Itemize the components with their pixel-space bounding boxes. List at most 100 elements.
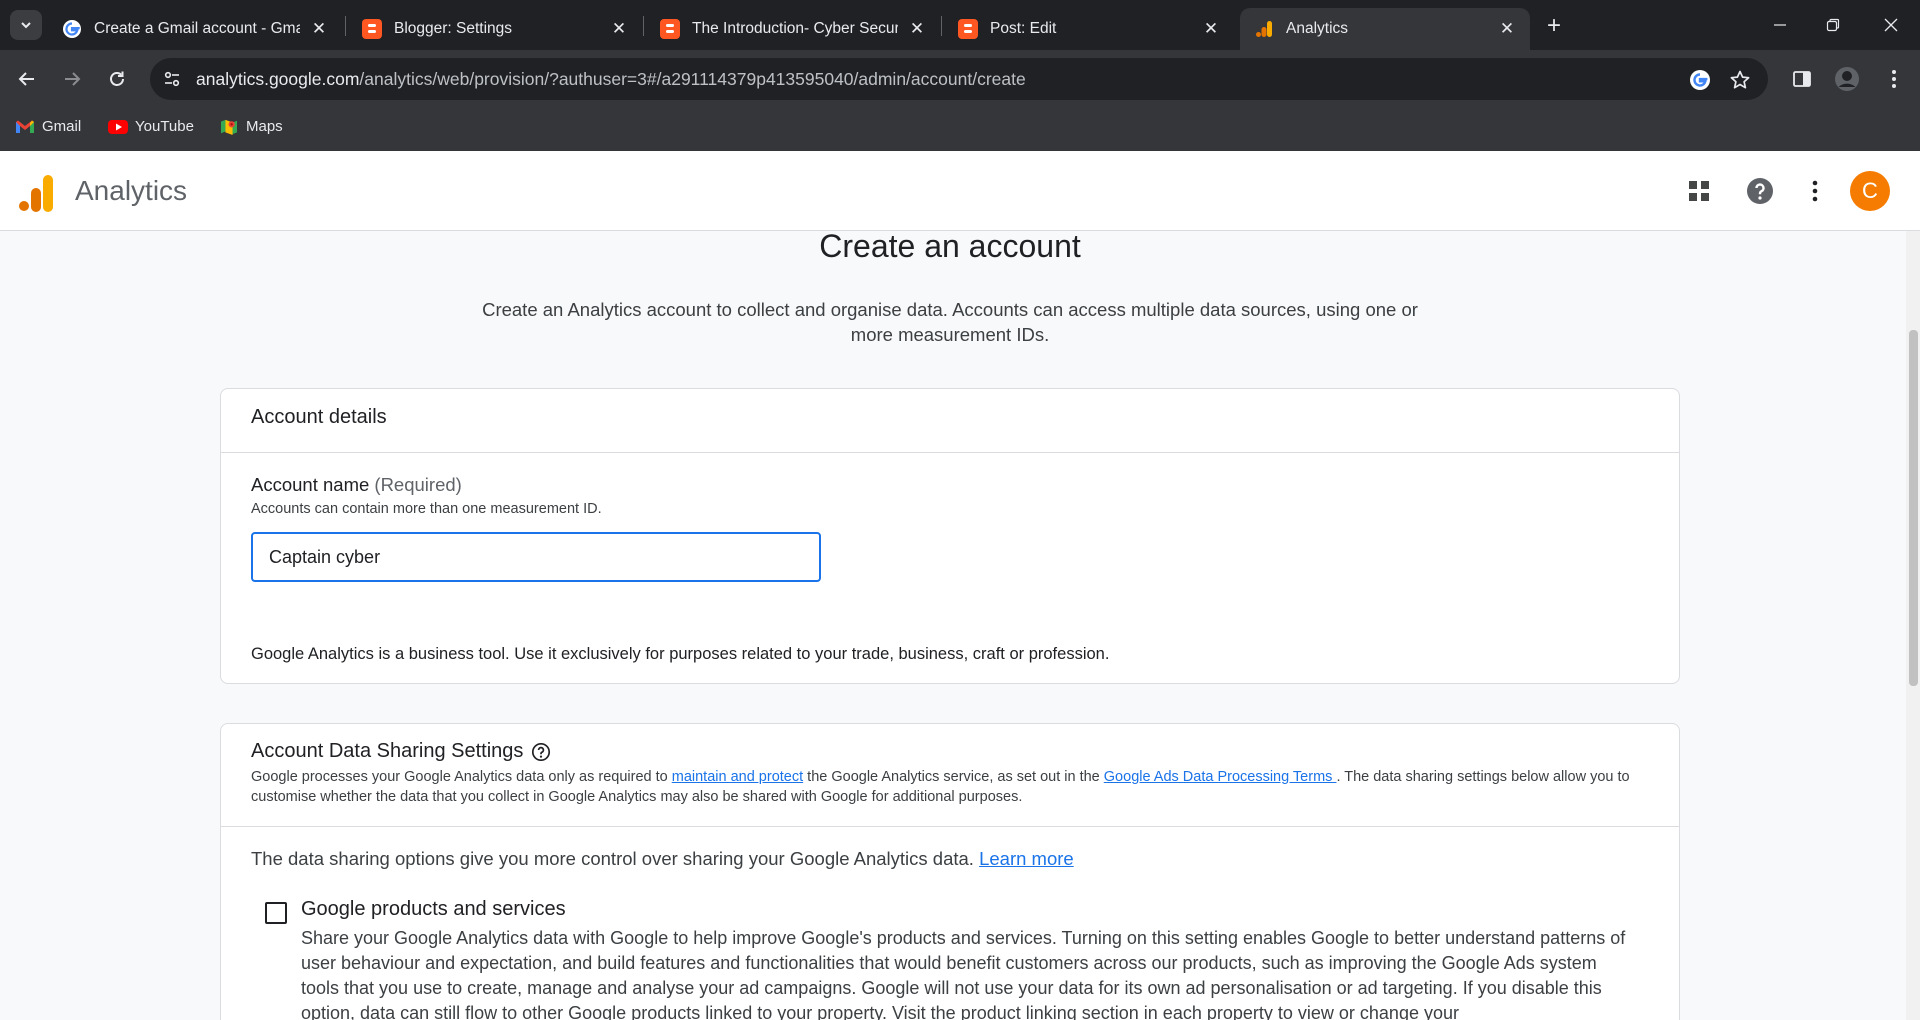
tab-title: Blogger: Settings: [394, 20, 513, 37]
profile-button[interactable]: [1830, 62, 1864, 96]
page-scrollbar-thumb[interactable]: [1909, 330, 1918, 686]
account-name-input[interactable]: [251, 532, 821, 582]
star-icon: [1730, 70, 1750, 89]
data-sharing-options-intro: The data sharing options give you more c…: [251, 848, 1074, 870]
account-details-title: Account details: [251, 406, 387, 428]
minimize-window-button[interactable]: [1760, 10, 1800, 40]
learn-more-link[interactable]: Learn more: [979, 848, 1074, 869]
side-panel-button[interactable]: [1785, 62, 1819, 96]
tab-title: Analytics: [1286, 20, 1349, 37]
reload-button[interactable]: [100, 62, 134, 96]
page-title: Create an account: [819, 228, 1081, 264]
account-avatar[interactable]: C: [1850, 171, 1890, 211]
browser-tab-post-edit[interactable]: Post: Edit ✕: [944, 8, 1234, 50]
tab-separator: [941, 16, 942, 36]
data-sharing-title-text: Account Data Sharing Settings: [251, 740, 524, 762]
youtube-icon: [108, 119, 128, 134]
close-icon: [1884, 18, 1898, 32]
site-settings-icon[interactable]: [162, 69, 182, 89]
bookmarks-bar: Gmail YouTube Maps: [0, 108, 1920, 151]
tab-title: Post: Edit: [990, 20, 1057, 37]
restore-window-button[interactable]: [1813, 10, 1853, 40]
bookmark-label: Maps: [246, 118, 283, 135]
account-name-label: Account name (Required): [251, 474, 462, 496]
blogger-icon: [362, 19, 382, 39]
apps-launcher-button[interactable]: [1681, 173, 1717, 209]
bookmark-star-button[interactable]: [1728, 68, 1752, 92]
card-divider: [221, 826, 1679, 827]
analytics-logo-icon: [19, 175, 53, 212]
desc-text-1: Google processes your Google Analytics d…: [251, 769, 672, 785]
close-tab-icon[interactable]: ✕: [1202, 19, 1220, 38]
browser-tab-analytics[interactable]: Analytics ✕: [1240, 8, 1530, 50]
arrow-left-icon: [18, 72, 34, 86]
maintain-protect-link[interactable]: maintain and protect: [672, 769, 803, 785]
ads-data-processing-terms-link[interactable]: Google Ads Data Processing Terms: [1104, 769, 1337, 785]
card-divider: [221, 452, 1679, 453]
help-outline-icon[interactable]: [531, 742, 551, 762]
google-products-checkbox[interactable]: [265, 902, 287, 924]
more-options-button[interactable]: [1797, 173, 1833, 209]
data-sharing-card: Account Data Sharing Settings Google pro…: [220, 723, 1680, 1020]
restore-icon: [1826, 18, 1840, 32]
browser-toolbar: analytics.google.com/analytics/web/provi…: [0, 50, 1920, 108]
close-tab-icon[interactable]: ✕: [310, 19, 328, 38]
minimize-icon: [1774, 24, 1786, 26]
profile-avatar-icon: [1835, 67, 1859, 91]
tab-separator: [643, 16, 644, 36]
close-window-button[interactable]: [1871, 10, 1911, 40]
business-tool-note: Google Analytics is a business tool. Use…: [251, 645, 1110, 663]
new-tab-button[interactable]: +: [1540, 12, 1568, 40]
side-panel-icon: [1793, 71, 1811, 87]
account-name-hint: Accounts can contain more than one measu…: [251, 501, 602, 517]
close-tab-icon[interactable]: ✕: [610, 19, 628, 38]
account-details-card: Account details Account name (Required) …: [220, 388, 1680, 684]
analytics-header: Analytics C: [0, 151, 1920, 231]
tab-separator: [345, 16, 346, 36]
more-vert-icon: [1812, 180, 1818, 202]
tab-title: The Introduction- Cyber Securi: [692, 20, 898, 37]
chevron-down-icon: [21, 22, 31, 29]
analytics-icon: [1254, 19, 1274, 39]
account-name-label-text: Account name: [251, 474, 370, 495]
bookmark-maps[interactable]: Maps: [219, 118, 283, 135]
arrow-right-icon: [65, 72, 81, 86]
back-button[interactable]: [10, 62, 44, 96]
help-icon: [1747, 178, 1773, 204]
bookmark-label: YouTube: [135, 118, 194, 135]
more-vert-icon: [1892, 70, 1896, 88]
close-tab-icon[interactable]: ✕: [908, 19, 926, 38]
maps-icon: [221, 119, 237, 135]
browser-tab-blogger-settings[interactable]: Blogger: Settings ✕: [348, 8, 642, 50]
data-sharing-title: Account Data Sharing Settings: [251, 740, 551, 763]
data-sharing-description: Google processes your Google Analytics d…: [251, 767, 1671, 807]
gmail-icon: [16, 120, 34, 133]
help-button[interactable]: [1742, 173, 1778, 209]
url-text[interactable]: analytics.google.com/analytics/web/provi…: [196, 69, 1026, 90]
address-bar[interactable]: analytics.google.com/analytics/web/provi…: [150, 58, 1768, 100]
bookmark-youtube[interactable]: YouTube: [108, 118, 194, 135]
tab-search-button[interactable]: [10, 10, 42, 40]
browser-tab-gmail[interactable]: Create a Gmail account - Gmail ✕: [48, 8, 342, 50]
google-products-title: Google products and services: [301, 898, 566, 920]
app-title: Analytics: [75, 175, 188, 206]
page-description: Create an Analytics account to collect a…: [482, 299, 1418, 345]
bookmark-gmail[interactable]: Gmail: [15, 118, 81, 135]
blogger-icon: [958, 19, 978, 39]
desc-text-2: the Google Analytics service, as set out…: [803, 769, 1104, 785]
google-g-icon: [62, 19, 82, 39]
blogger-icon: [660, 19, 680, 39]
url-path: /analytics/web/provision/?authuser=3#/a2…: [359, 69, 1026, 89]
tab-title: Create a Gmail account - Gmail: [94, 20, 300, 37]
google-lens-button[interactable]: [1688, 68, 1712, 92]
google-products-description: Share your Google Analytics data with Go…: [301, 928, 1626, 1020]
forward-button[interactable]: [55, 62, 89, 96]
browser-tab-cyber-security[interactable]: The Introduction- Cyber Securi ✕: [646, 8, 940, 50]
url-host: analytics.google.com: [196, 69, 360, 89]
reload-icon: [110, 71, 124, 86]
browser-tab-strip: Create a Gmail account - Gmail ✕ Blogger…: [0, 0, 1920, 50]
apps-grid-icon: [1689, 181, 1709, 201]
close-tab-icon[interactable]: ✕: [1498, 19, 1516, 38]
browser-menu-button[interactable]: [1877, 62, 1911, 96]
bookmark-label: Gmail: [42, 118, 82, 135]
